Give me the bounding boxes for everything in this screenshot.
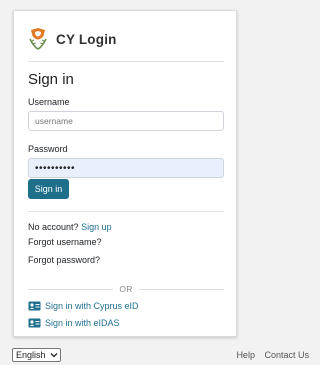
password-label: Password [28, 144, 68, 154]
eidas-link[interactable]: Sign in with eIDAS [28, 318, 120, 328]
sign-up-link[interactable]: Sign up [81, 222, 112, 232]
or-text: OR [119, 284, 133, 294]
cyprus-eid-link[interactable]: Sign in with Cyprus eID [28, 301, 139, 311]
password-input[interactable] [28, 158, 224, 178]
login-card: CY Login Sign in Username Password Sign … [13, 10, 237, 337]
id-card-icon [28, 301, 41, 311]
forgot-username-link[interactable]: Forgot username? [28, 237, 102, 247]
cyprus-eid-label: Sign in with Cyprus eID [45, 301, 139, 311]
contact-us-link[interactable]: Contact Us [264, 350, 309, 360]
username-input[interactable] [28, 111, 224, 131]
id-card-icon [28, 318, 41, 328]
sign-up-row: No account? Sign up [28, 222, 112, 232]
language-select[interactable]: English [12, 348, 61, 362]
sign-in-button[interactable]: Sign in [28, 179, 69, 199]
language-value: English [16, 350, 46, 360]
no-account-text: No account? [28, 222, 79, 232]
header-divider [28, 61, 224, 62]
or-line-left [28, 288, 114, 290]
cyprus-emblem-icon [29, 28, 47, 50]
form-divider [28, 211, 224, 212]
forgot-password-link[interactable]: Forgot password? [28, 255, 100, 265]
page-title: Sign in [28, 71, 74, 88]
eidas-label: Sign in with eIDAS [45, 318, 120, 328]
brand-header: CY Login [28, 27, 117, 51]
or-line-right [138, 288, 225, 290]
footer-links: Help Contact Us [229, 350, 309, 360]
or-separator: OR [28, 284, 225, 294]
username-label: Username [28, 97, 70, 107]
chevron-down-icon [50, 353, 58, 358]
help-link[interactable]: Help [236, 350, 255, 360]
brand-title: CY Login [56, 31, 117, 47]
